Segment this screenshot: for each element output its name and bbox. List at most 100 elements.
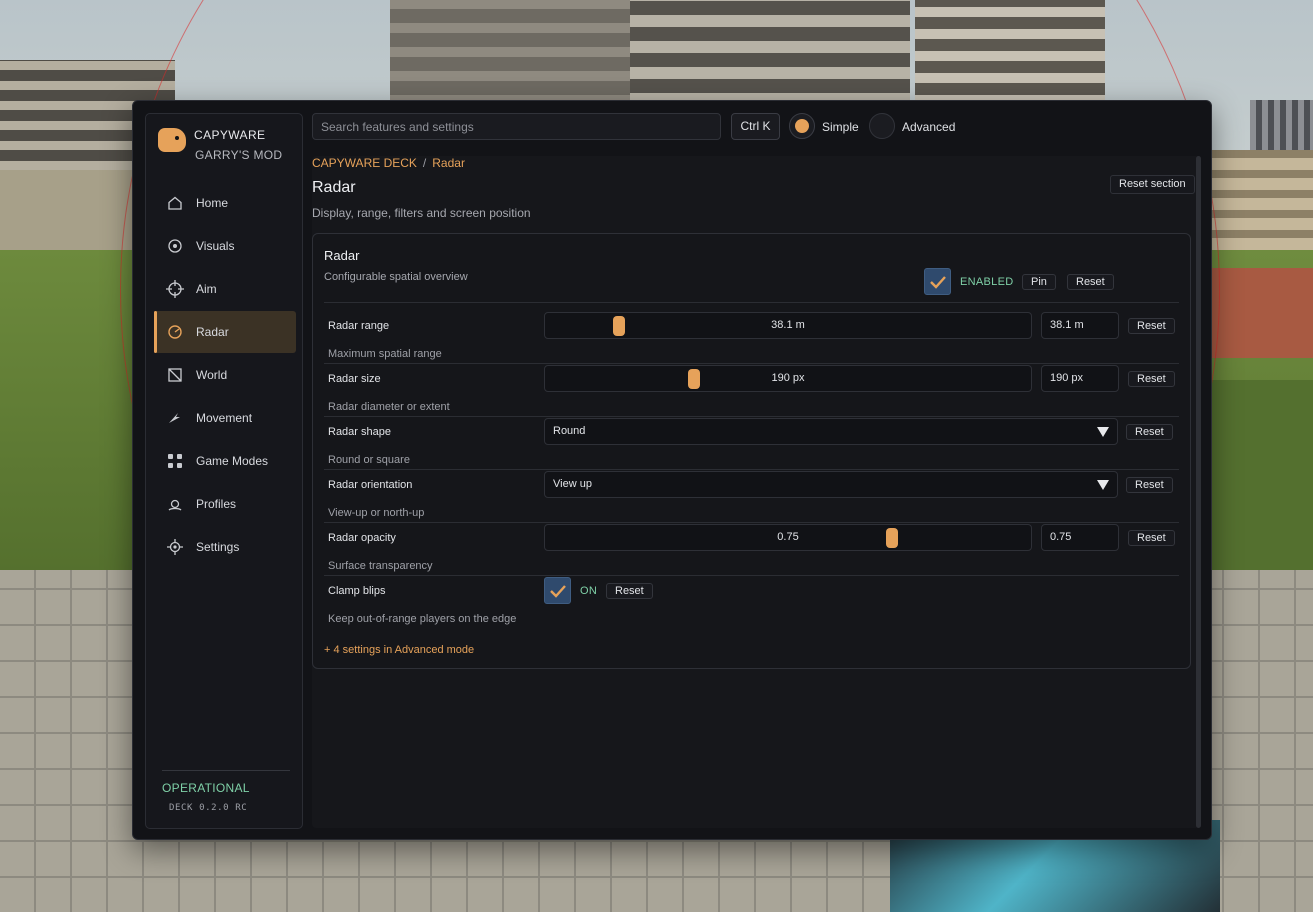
chevron-down-icon[interactable] (1089, 419, 1117, 444)
divider (324, 416, 1179, 417)
slider-value: 190 px (771, 372, 805, 384)
radar-size-slider[interactable]: 190 px (544, 365, 1032, 392)
building (1212, 268, 1313, 358)
sidebar-item-label: World (196, 368, 228, 382)
game-name: GARRY'S MOD (195, 148, 283, 162)
sidebar-item-radar[interactable]: Radar (154, 311, 296, 353)
radar-orientation-reset-button[interactable]: Reset (1126, 477, 1173, 493)
card-title: Radar (324, 248, 360, 263)
sidebar-item-visuals[interactable]: Visuals (154, 225, 296, 267)
divider (324, 302, 1179, 303)
divider (324, 522, 1179, 523)
search-shortcut-badge[interactable]: Ctrl K (731, 113, 780, 140)
page-title: Radar (312, 179, 356, 196)
radar-orientation-label: Radar orientation (328, 479, 413, 491)
card-reset-button[interactable]: Reset (1067, 274, 1114, 290)
clamp-blips-label: Clamp blips (328, 585, 386, 597)
radar-opacity-label: Radar opacity (328, 532, 396, 544)
grid-icon (166, 452, 184, 470)
mode-advanced-radio[interactable] (869, 113, 895, 139)
radar-range-description: Maximum spatial range (328, 348, 442, 360)
radar-size-input[interactable]: 190 px (1041, 365, 1119, 392)
pin-button[interactable]: Pin (1022, 274, 1056, 290)
sidebar-item-label: Settings (196, 540, 240, 554)
world-icon (166, 366, 184, 384)
sidebar-divider (162, 770, 290, 771)
building (1212, 150, 1313, 250)
mode-advanced-label[interactable]: Advanced (902, 120, 955, 134)
select-value: Round (553, 425, 586, 437)
mode-simple-label[interactable]: Simple (822, 120, 859, 134)
content-scrollbar[interactable] (1196, 156, 1201, 828)
sidebar: CAPYWARE GARRY'S MOD Home Visuals Aim Ra… (145, 113, 303, 829)
chevron-down-icon[interactable] (1089, 472, 1117, 497)
radar-opacity-slider[interactable]: 0.75 (544, 524, 1032, 551)
capybara-logo-icon (158, 128, 186, 152)
sidebar-item-home[interactable]: Home (154, 182, 296, 224)
reset-section-button[interactable]: Reset section (1110, 175, 1195, 194)
radar-settings-card: Radar Configurable spatial overview ENAB… (312, 233, 1191, 669)
movement-icon (166, 409, 184, 427)
radar-range-input[interactable]: 38.1 m (1041, 312, 1119, 339)
enabled-checkbox[interactable] (924, 268, 951, 295)
radar-range-label: Radar range (328, 320, 390, 332)
radar-orientation-select[interactable]: View up (544, 471, 1118, 498)
radar-range-slider[interactable]: 38.1 m (544, 312, 1032, 339)
radar-size-label: Radar size (328, 373, 381, 385)
mode-simple-radio[interactable] (789, 113, 815, 139)
clamp-blips-checkbox[interactable] (544, 577, 571, 604)
radar-shape-select[interactable]: Round (544, 418, 1118, 445)
slider-value: 0.75 (777, 531, 799, 543)
radar-opacity-reset-button[interactable]: Reset (1128, 530, 1175, 546)
sidebar-item-profiles[interactable]: Profiles (154, 483, 296, 525)
sidebar-item-label: Visuals (196, 239, 235, 253)
radar-shape-reset-button[interactable]: Reset (1126, 424, 1173, 440)
check-icon (929, 275, 946, 289)
sidebar-nav: Home Visuals Aim Radar World Movement Ga… (154, 182, 296, 569)
eye-icon (166, 237, 184, 255)
radar-size-reset-button[interactable]: Reset (1128, 371, 1175, 387)
radar-orientation-description: View-up or north-up (328, 507, 425, 519)
breadcrumb-separator: / (422, 156, 427, 170)
sidebar-item-label: Aim (196, 282, 217, 296)
breadcrumb-current: Radar (432, 156, 465, 170)
radar-opacity-input[interactable]: 0.75 (1041, 524, 1119, 551)
slider-thumb[interactable] (886, 528, 898, 548)
radar-shape-label: Radar shape (328, 426, 391, 438)
sidebar-item-world[interactable]: World (154, 354, 296, 396)
search-input[interactable]: Search features and settings (312, 113, 721, 140)
sidebar-item-label: Movement (196, 411, 253, 425)
radar-shape-description: Round or square (328, 454, 410, 466)
enabled-label: ENABLED (960, 276, 1014, 288)
grass-right-lower (1212, 380, 1313, 580)
divider (324, 575, 1179, 576)
radar-range-reset-button[interactable]: Reset (1128, 318, 1175, 334)
crosshair-icon (166, 280, 184, 298)
select-value: View up (553, 478, 592, 490)
gear-icon (166, 538, 184, 556)
sidebar-item-label: Game Modes (196, 454, 269, 468)
home-icon (166, 194, 184, 212)
content-panel: CAPYWARE DECK / Radar Radar Display, range… (312, 156, 1200, 828)
breadcrumb-root[interactable]: CAPYWARE DECK (312, 156, 417, 170)
version-label: DECK 0.2.0 RC (169, 803, 248, 813)
sidebar-item-label: Home (196, 196, 229, 210)
divider (324, 469, 1179, 470)
divider (324, 363, 1179, 364)
sidebar-item-label: Profiles (196, 497, 237, 511)
slider-thumb[interactable] (687, 369, 700, 389)
slider-thumb[interactable] (613, 316, 626, 336)
clamp-blips-description: Keep out-of-range players on the edge (328, 613, 517, 625)
sidebar-item-settings[interactable]: Settings (154, 526, 296, 568)
advanced-mode-link[interactable]: + 4 settings in Advanced mode (324, 644, 474, 656)
clamp-blips-state: ON (580, 585, 598, 597)
sidebar-item-game-modes[interactable]: Game Modes (154, 440, 296, 482)
sidebar-item-aim[interactable]: Aim (154, 268, 296, 310)
sidebar-item-movement[interactable]: Movement (154, 397, 296, 439)
card-subtitle: Configurable spatial overview (324, 271, 468, 283)
check-icon (549, 584, 566, 598)
radar-icon (166, 323, 184, 341)
breadcrumb: CAPYWARE DECK / Radar (312, 156, 465, 170)
sidebar-item-label: Radar (196, 325, 229, 339)
clamp-blips-reset-button[interactable]: Reset (606, 583, 653, 599)
